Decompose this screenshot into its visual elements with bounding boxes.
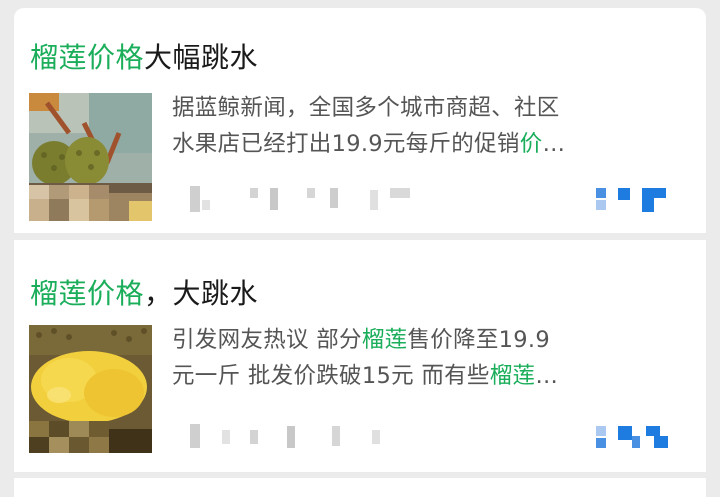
result-snippet: 引发网友热议 部分榴莲售价降至19.9 元一斤 批发价跌破15元 而有些榴莲… — [172, 322, 672, 394]
durian-flesh-image — [29, 325, 152, 453]
snippet-text: 水果店已经打出19.9元每斤的促销 — [172, 131, 520, 157]
title-rest: ，大跳水 — [144, 277, 259, 310]
snippet-highlight: 榴莲 — [489, 363, 536, 389]
result-snippet: 据蓝鲸新闻，全国多个城市商超、社区 水果店已经打出19.9元每斤的促销价… — [172, 90, 672, 162]
durian-stall-image — [29, 93, 152, 221]
source-icon — [596, 188, 676, 212]
title-rest: 大幅跳水 — [144, 41, 259, 74]
ellipsis: … — [542, 131, 566, 157]
snippet-highlight: 榴莲 — [361, 327, 408, 353]
next-card-edge — [14, 478, 706, 497]
snippet-text: 售价降至19.9 — [407, 327, 550, 353]
title-highlight: 榴莲价格 — [30, 277, 145, 310]
snippet-line: 元一斤 批发价跌破15元 而有些榴莲… — [172, 358, 672, 394]
title-highlight: 榴莲价格 — [30, 41, 145, 74]
snippet-line: 水果店已经打出19.9元每斤的促销价… — [172, 126, 672, 162]
snippet-highlight: 价 — [519, 131, 543, 157]
result-thumbnail[interactable] — [29, 325, 152, 453]
result-title[interactable]: 榴莲价格，大跳水 — [30, 272, 258, 312]
ellipsis: … — [535, 363, 559, 389]
snippet-line: 据蓝鲸新闻，全国多个城市商超、社区 — [172, 95, 560, 121]
snippet-text: 引发网友热议 部分 — [172, 327, 362, 353]
snippet-line: 引发网友热议 部分榴莲售价降至19.9 — [172, 322, 672, 358]
result-thumbnail[interactable] — [29, 93, 152, 221]
snippet-text: 元一斤 批发价跌破15元 而有些 — [172, 363, 490, 389]
source-icon — [596, 426, 680, 450]
result-title[interactable]: 榴莲价格大幅跳水 — [30, 36, 258, 76]
